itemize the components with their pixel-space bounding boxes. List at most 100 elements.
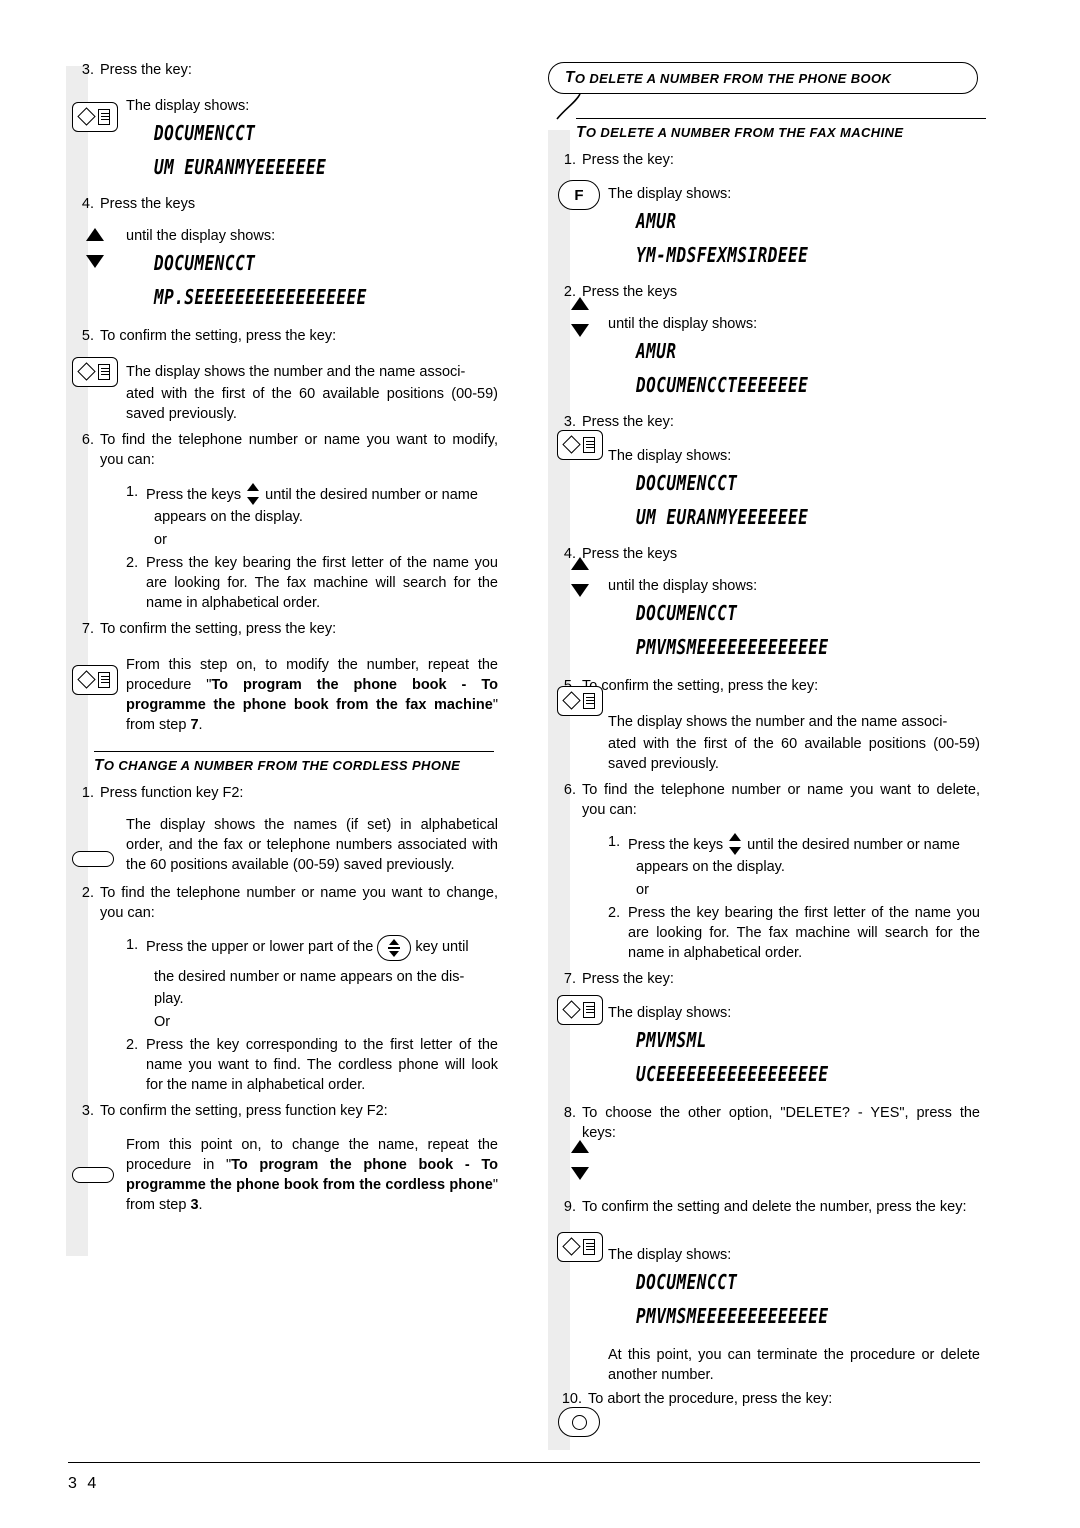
- fax-step-8-arrow-space: [550, 1145, 980, 1197]
- lcd-r4b: PMVMSMEEEEEEEEEEEEE: [636, 635, 829, 659]
- step-6-sub-2: 2. Press the key bearing the first lette…: [126, 553, 498, 613]
- confirm-key-icon[interactable]: [557, 1232, 603, 1262]
- fax-step-5-body: The display shows the number and the nam…: [608, 714, 948, 730]
- fax-step-8-text: To choose the other option, "DELETE? - Y…: [582, 1105, 980, 1141]
- fax-step-6-sub-1-a: Press the keys: [628, 837, 724, 853]
- cordless-step-1-body: The display shows the names (if set) in …: [126, 817, 498, 873]
- fax-step-8: 8. To choose the other option, "DELETE? …: [550, 1103, 980, 1143]
- cordless-step-2-sub-1-a: Press the upper or lower part of the: [146, 939, 374, 955]
- step-4-sub: until the display shows:: [126, 228, 276, 244]
- cordless-step-3-text: To confirm the setting, press function k…: [100, 1103, 388, 1119]
- step-6-text: To find the telephone number or name you…: [100, 432, 498, 468]
- fax-step-6-text: To find the telephone number or name you…: [582, 782, 980, 818]
- fax-step-10: 10. To abort the procedure, press the ke…: [550, 1389, 980, 1409]
- diamond-glyph: [562, 1000, 581, 1019]
- section-heading-fax-cap: T: [576, 124, 586, 141]
- lcd-r6b: PMVMSMEEEEEEEEEEEEE: [636, 1304, 829, 1328]
- callout-text: o delete a number from the phone book: [574, 70, 892, 86]
- fax-step-9: 9. To confirm the setting and delete the…: [550, 1197, 980, 1217]
- fax-step-5: 5. To confirm the setting, press the key…: [550, 676, 980, 696]
- document-glyph: [583, 437, 595, 453]
- up-down-arrows-icon[interactable]: [568, 557, 592, 597]
- lcd-line-2a: DOCUMENCCT: [154, 251, 256, 275]
- cordless-step-2-number: 2.: [81, 885, 94, 901]
- up-down-arrows-icon[interactable]: [245, 482, 261, 506]
- step-4-text: Press the keys: [100, 196, 196, 212]
- up-down-arrows-icon[interactable]: [727, 832, 743, 856]
- fax-step-9-number: 9.: [563, 1199, 576, 1215]
- diamond-glyph: [562, 691, 581, 710]
- manual-page: 3. Press the key: The display shows: DOC…: [0, 0, 1080, 1528]
- lcd-line-2b: MP.SEEEEEEEEEEEEEEEEE: [154, 285, 367, 309]
- fax-step-10-text: To abort the procedure, press the key:: [588, 1391, 833, 1407]
- step-5: 5. To confirm the setting, press the key…: [68, 326, 498, 346]
- fax-step-8-number: 8.: [563, 1105, 576, 1121]
- cordless-softkey-icon[interactable]: [72, 1167, 114, 1183]
- confirm-key-icon[interactable]: [72, 665, 118, 695]
- step-3: 3. Press the key:: [68, 60, 498, 80]
- fax-step-7-text: Press the key:: [582, 971, 674, 987]
- step-6: 6. To find the telephone number or name …: [68, 430, 498, 470]
- cordless-step-2-text: To find the telephone number or name you…: [100, 885, 498, 921]
- cordless-step-2-sub-1-c: the desired number or name appears on th…: [154, 969, 465, 985]
- lcd-line-1a: DOCUMENCCT: [154, 121, 256, 145]
- fax-step-6-or: or: [636, 882, 649, 898]
- callout-tail: [556, 94, 581, 120]
- lcd-r2a: AMUR: [636, 339, 677, 363]
- callout-delete-from-phone-book: To delete a number from the phone book: [548, 62, 978, 94]
- stop-key-icon[interactable]: [558, 1407, 600, 1437]
- fax-step-7-body: The display shows:: [608, 1005, 732, 1021]
- fax-step-3-number: 3.: [563, 414, 576, 430]
- up-down-arrows-icon[interactable]: [83, 228, 107, 268]
- step-7: 7. To confirm the setting, press the key…: [68, 619, 498, 639]
- lcd-r1b: YM-MDSFEXMSIRDEEE: [636, 243, 809, 267]
- lcd-line-1b: UM EURANMYEEEEEEE: [154, 155, 327, 179]
- fax-step-7: 7. Press the key:: [550, 969, 980, 989]
- section-heading-cap: T: [94, 757, 104, 774]
- step-7-text: To confirm the setting, press the key:: [100, 621, 337, 637]
- step-4: 4. Press the keys: [68, 194, 498, 214]
- fax-step-6-sub-1-b: until the desired number or name: [747, 837, 960, 853]
- document-glyph: [583, 1002, 595, 1018]
- diamond-glyph: [562, 1237, 581, 1256]
- diamond-glyph: [77, 107, 96, 126]
- step-5-body-2: ated with the first of the 60 available …: [126, 386, 498, 422]
- step-6-sub-2-text: Press the key bearing the first letter o…: [146, 555, 498, 611]
- cordless-step-1-text: Press function key F2:: [100, 785, 244, 801]
- lcd-r2b: DOCUMENCCTEEEEEEE: [636, 373, 809, 397]
- lcd-r1a: AMUR: [636, 209, 677, 233]
- f-glyph: F: [574, 186, 584, 204]
- fax-step-6-sub-2: 2. Press the key bearing the first lette…: [608, 903, 980, 963]
- cordless-step-3-body: From this point on, to change the name, …: [126, 1135, 498, 1215]
- confirm-key-icon[interactable]: [557, 686, 603, 716]
- step-6-sub-1-text-c: appears on the display.: [154, 509, 303, 525]
- cordless-softkey-icon[interactable]: [72, 851, 114, 867]
- confirm-key-icon[interactable]: [72, 102, 118, 132]
- cordless-step-2-sub-2: 2. Press the key corresponding to the fi…: [126, 1035, 498, 1095]
- fax-step-1: 1. Press the key:: [550, 150, 980, 170]
- cordless-step-2-sub-1: 1. Press the upper or lower part of the …: [126, 935, 498, 961]
- fax-step-9-after: At this point, you can terminate the pro…: [608, 1347, 980, 1383]
- fax-step-1-body: The display shows:: [608, 186, 732, 202]
- step-6-sub-2-number: 2.: [126, 555, 139, 571]
- step-3-display-label: The display shows:: [126, 98, 250, 114]
- cordless-step-2-sub-2-text: Press the key corresponding to the first…: [146, 1037, 498, 1093]
- cordless-step-2-sub-1-b: key until: [415, 939, 469, 955]
- fax-step-5-body-2: ated with the first of the 60 available …: [608, 736, 980, 772]
- fax-step-9-body: The display shows:: [608, 1247, 732, 1263]
- fax-step-1-text: Press the key:: [582, 152, 674, 168]
- function-key-f-icon[interactable]: F: [558, 180, 600, 210]
- up-down-arrows-icon[interactable]: [568, 1140, 592, 1180]
- section-heading-fax: To delete a number from the fax machine: [576, 118, 986, 142]
- lcd-r5b: UCEEEEEEEEEEEEEEEEE: [636, 1062, 829, 1086]
- fax-step-6-sub-1: 1. Press the keys until the desired numb…: [608, 832, 980, 856]
- lcd-r6a: DOCUMENCCT: [636, 1270, 738, 1294]
- confirm-key-icon[interactable]: [72, 357, 118, 387]
- step-5-number: 5.: [81, 328, 94, 344]
- navigation-pad-icon[interactable]: [377, 935, 412, 961]
- confirm-key-icon[interactable]: [557, 995, 603, 1025]
- step-5-body: The display shows the number and the nam…: [126, 364, 466, 380]
- fax-step-6-sub-1-c: appears on the display.: [636, 859, 785, 875]
- up-down-arrows-icon[interactable]: [568, 297, 592, 337]
- confirm-key-icon[interactable]: [557, 430, 603, 460]
